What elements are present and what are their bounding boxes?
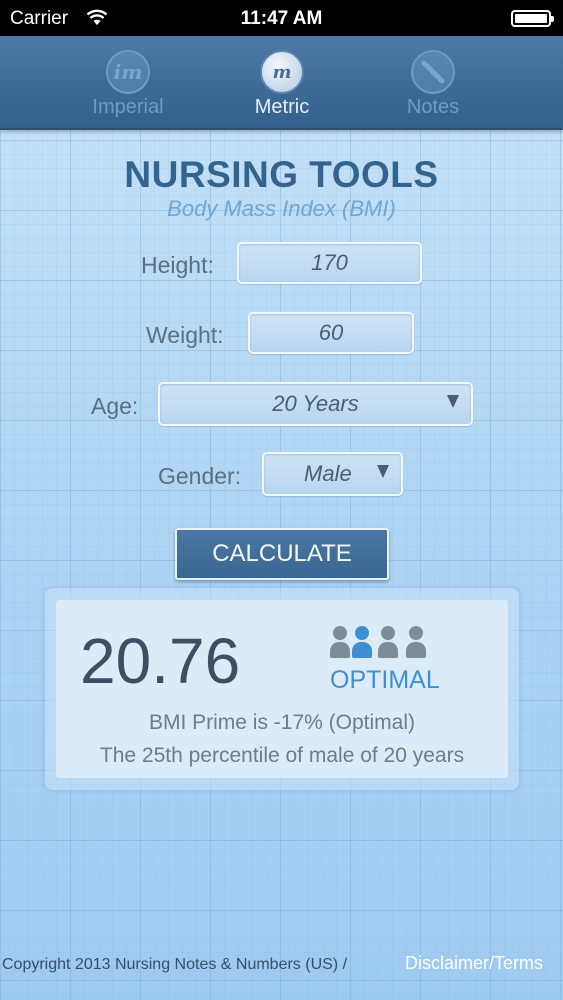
weight-value: 60 — [318, 320, 344, 345]
chevron-down-icon — [447, 395, 459, 408]
tab-bar: im Imperial m Metric Notes — [0, 36, 563, 130]
tab-metric-label: Metric — [254, 96, 310, 118]
chevron-down-icon — [377, 465, 389, 478]
bmi-scale-icons — [330, 626, 435, 660]
copyright-text: Copyright 2013 Nursing Notes & Numbers (… — [2, 956, 348, 973]
person-icon — [406, 626, 426, 660]
height-label: Height: — [141, 252, 214, 278]
tab-imperial[interactable]: im Imperial — [53, 36, 203, 130]
person-icon-highlighted — [352, 626, 372, 660]
bmi-value: 20.76 — [80, 625, 241, 697]
height-value: 170 — [311, 250, 348, 275]
weight-field[interactable]: 60 — [248, 312, 414, 354]
bmi-prime-text: BMI Prime is -17% (Optimal) — [148, 711, 416, 734]
bmi-category: OPTIMAL — [330, 666, 440, 694]
person-icon — [378, 626, 398, 660]
age-value: 20 Years — [272, 391, 359, 416]
status-time: 11:47 AM — [240, 8, 323, 29]
tab-notes-label: Notes — [406, 96, 460, 118]
pencil-icon — [411, 50, 455, 94]
age-select[interactable]: 20 Years — [158, 382, 473, 426]
battery-icon — [511, 10, 554, 27]
person-icon — [330, 626, 350, 660]
metric-icon: m — [260, 50, 304, 94]
gender-select[interactable]: Male — [262, 452, 403, 496]
disclaimer-link[interactable]: Disclaimer/Terms — [405, 953, 543, 974]
percentile-text: The 25th percentile of male of 20 years — [99, 744, 465, 767]
age-label: Age: — [91, 393, 139, 419]
imperial-icon: im — [106, 50, 150, 94]
page-title: NURSING TOOLS — [124, 154, 439, 195]
tab-imperial-label: Imperial — [92, 96, 164, 118]
status-bar: Carrier 11:47 AM — [0, 0, 563, 36]
height-field[interactable]: 170 — [237, 242, 422, 284]
weight-label: Weight: — [146, 322, 224, 348]
page-subtitle: Body Mass Index (BMI) — [167, 196, 396, 221]
calculate-button[interactable]: CALCULATE — [175, 528, 389, 580]
gender-label: Gender: — [158, 463, 242, 489]
tab-metric[interactable]: m Metric — [207, 36, 357, 130]
gender-value: Male — [304, 461, 352, 486]
tab-notes[interactable]: Notes — [358, 36, 508, 130]
